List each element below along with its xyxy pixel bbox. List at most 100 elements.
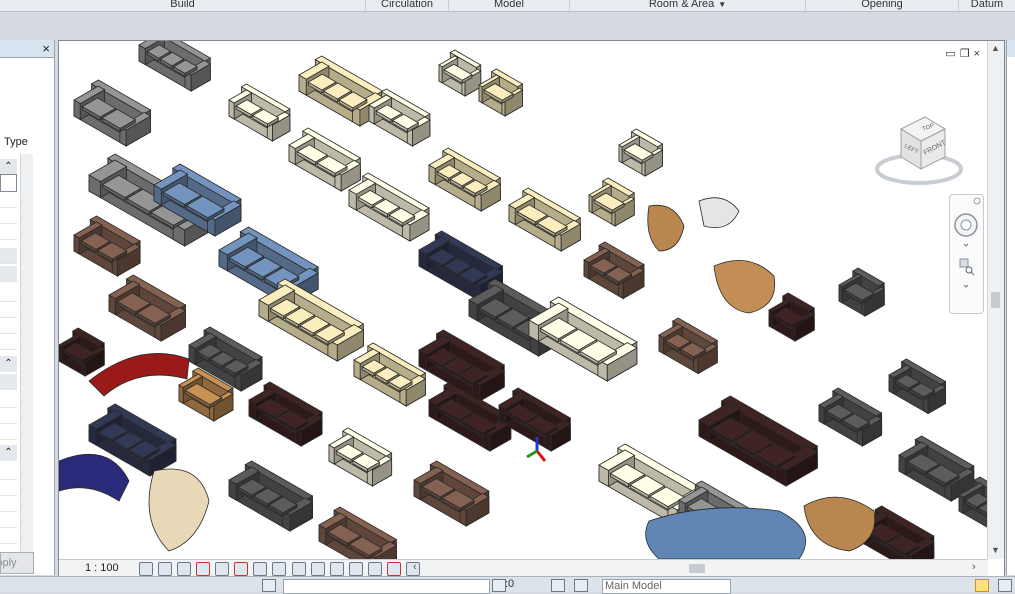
close-icon[interactable]: × <box>42 40 50 57</box>
furniture-item[interactable] <box>288 127 362 192</box>
workset-field[interactable] <box>283 579 490 594</box>
properties-row[interactable] <box>0 392 17 408</box>
ribbon-panel-model[interactable]: Model <box>449 0 570 11</box>
ribbon-panel-datum[interactable]: Datum <box>959 0 1015 11</box>
furniture-item[interactable] <box>898 435 975 502</box>
properties-row[interactable] <box>0 266 17 282</box>
minimize-icon[interactable]: ▭ <box>945 48 959 60</box>
properties-row[interactable] <box>0 334 17 350</box>
dropdown-caret-icon[interactable]: ▼ <box>718 0 726 9</box>
furniture-item[interactable] <box>59 327 106 377</box>
detail-level-icon[interactable] <box>139 562 153 576</box>
properties-row[interactable] <box>0 318 17 334</box>
ribbon-panel-build[interactable]: Build <box>0 0 366 11</box>
properties-row[interactable] <box>0 512 17 528</box>
furniture-item[interactable] <box>698 197 740 229</box>
properties-row[interactable] <box>0 464 17 480</box>
highlight-displacement-icon[interactable] <box>367 562 382 576</box>
ribbon-panel-room-area[interactable]: Room & Area ▼ <box>570 0 806 11</box>
furniture-item[interactable] <box>73 79 152 147</box>
furniture-item[interactable] <box>328 427 393 487</box>
furniture-item[interactable] <box>248 381 323 447</box>
furniture-item[interactable] <box>228 83 291 142</box>
furniture-item[interactable] <box>148 468 210 552</box>
reveal-constraints-icon[interactable] <box>386 562 401 576</box>
properties-scrollbar[interactable] <box>20 154 33 554</box>
furniture-item[interactable] <box>138 41 212 92</box>
worksharing-icon[interactable] <box>329 562 344 576</box>
close-icon[interactable] <box>973 197 981 205</box>
vertical-scroll-thumb[interactable] <box>991 292 1000 308</box>
furniture-item[interactable] <box>428 147 502 212</box>
filter-icon[interactable] <box>492 579 506 592</box>
horizontal-scroll-thumb[interactable] <box>689 564 705 573</box>
apply-button[interactable]: Apply <box>0 552 34 574</box>
ribbon-panel-circulation[interactable]: Circulation <box>366 0 449 11</box>
properties-row[interactable] <box>0 374 17 390</box>
scroll-down-icon[interactable]: ▼ <box>991 545 1000 555</box>
furniture-item[interactable] <box>818 387 883 447</box>
furniture-item[interactable] <box>59 454 130 502</box>
furniture-item[interactable] <box>647 204 685 252</box>
furniture-model-scene[interactable] <box>59 41 988 559</box>
scroll-left-icon[interactable]: ‹ <box>413 561 417 573</box>
properties-row[interactable] <box>0 528 17 544</box>
viewcube[interactable]: TOP FRONT LEFT <box>873 107 971 191</box>
furniture-item[interactable] <box>713 260 776 314</box>
properties-row[interactable] <box>0 424 17 440</box>
furniture-item[interactable] <box>73 215 141 277</box>
scroll-up-icon[interactable]: ▲ <box>991 43 1000 53</box>
temporary-hide-icon[interactable] <box>291 562 306 576</box>
editable-only-icon[interactable] <box>551 579 565 592</box>
lock-view-icon[interactable] <box>272 562 287 576</box>
furniture-item[interactable] <box>318 506 398 559</box>
furniture-item[interactable] <box>438 49 482 97</box>
reveal-hidden-icon[interactable] <box>310 562 325 576</box>
collapse-group-icon[interactable]: ⌃ <box>0 445 17 461</box>
furniture-item[interactable] <box>768 292 816 342</box>
properties-row[interactable] <box>0 192 17 208</box>
furniture-item[interactable] <box>698 395 819 487</box>
sun-path-icon[interactable] <box>177 562 192 576</box>
visual-style-icon[interactable] <box>158 562 173 576</box>
properties-row[interactable] <box>0 480 17 496</box>
furniture-item[interactable] <box>658 317 719 375</box>
collapse-group-icon[interactable]: ⌃ <box>0 159 17 175</box>
properties-row[interactable] <box>0 496 17 512</box>
render-icon[interactable] <box>215 562 230 576</box>
furniture-item[interactable] <box>418 329 506 402</box>
view-canvas[interactable]: TOP FRONT LEFT <box>59 41 988 559</box>
furniture-item[interactable] <box>583 241 645 300</box>
steering-wheel-icon[interactable] <box>954 213 978 237</box>
design-options-icon[interactable] <box>574 579 588 592</box>
view-scale[interactable]: 1 : 100 <box>85 562 119 574</box>
furniture-item[interactable] <box>228 460 314 532</box>
furniture-item[interactable] <box>353 342 427 407</box>
zoom-icon[interactable] <box>959 258 975 276</box>
furniture-item[interactable] <box>838 267 886 317</box>
shadows-icon[interactable] <box>196 562 211 576</box>
properties-row[interactable] <box>0 208 17 224</box>
properties-row[interactable] <box>0 224 17 240</box>
furniture-item[interactable] <box>803 496 876 552</box>
chevron-down-icon[interactable] <box>963 243 969 247</box>
select-underlay-icon[interactable] <box>998 579 1012 592</box>
furniture-item[interactable] <box>498 387 572 452</box>
furniture-item[interactable] <box>478 68 524 117</box>
worksets-icon[interactable] <box>262 579 276 592</box>
properties-type-field[interactable] <box>0 174 17 192</box>
furniture-item[interactable] <box>645 507 807 559</box>
select-links-icon[interactable] <box>975 579 989 592</box>
properties-row[interactable] <box>0 408 17 424</box>
furniture-item[interactable] <box>588 177 636 227</box>
vertical-scrollbar[interactable]: ▲ ▼ <box>987 41 1004 559</box>
ribbon-panel-opening[interactable]: Opening <box>806 0 959 11</box>
collapse-group-icon[interactable]: ⌃ <box>0 356 17 372</box>
active-model-field[interactable]: Main Model <box>602 579 731 594</box>
properties-row[interactable] <box>0 302 17 318</box>
crop-view-icon[interactable] <box>234 562 249 576</box>
restore-icon[interactable]: ❐ <box>960 48 974 60</box>
furniture-item[interactable] <box>888 358 947 415</box>
furniture-item[interactable] <box>508 187 582 252</box>
show-crop-icon[interactable] <box>253 562 268 576</box>
